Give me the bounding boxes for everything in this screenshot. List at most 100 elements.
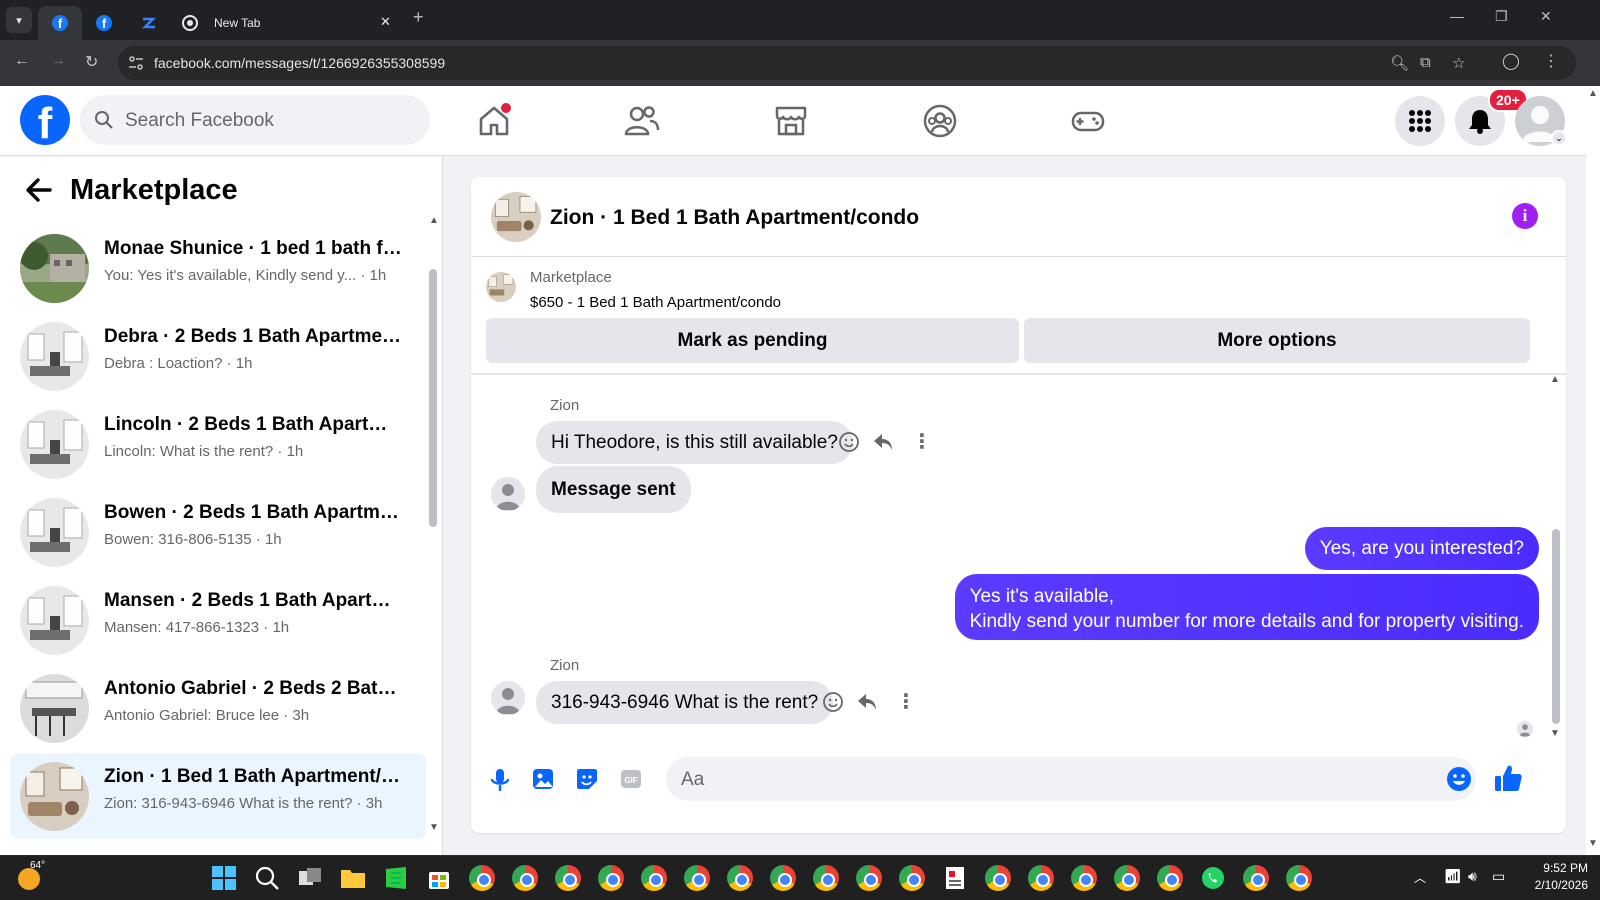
chrome-taskbar-icon[interactable] xyxy=(469,865,495,891)
tab-new-tab[interactable]: New Tab ✕ xyxy=(174,6,400,40)
chrome-taskbar-icon[interactable] xyxy=(1157,865,1183,891)
more-actions-icon[interactable]: ⋮ xyxy=(912,429,932,454)
listing-thumbnail[interactable] xyxy=(486,272,516,302)
facebook-logo-icon[interactable]: f xyxy=(20,95,70,145)
reply-icon[interactable] xyxy=(856,691,878,713)
tab-list-button[interactable]: ▾ xyxy=(6,7,32,33)
photo-icon[interactable] xyxy=(531,767,555,791)
windows-start-icon[interactable] xyxy=(211,865,237,891)
outgoing-message[interactable]: Yes it's available, Kindly send your num… xyxy=(954,574,1539,640)
scroll-down-icon[interactable]: ▼ xyxy=(1588,838,1598,849)
conversation-item-selected[interactable]: Zion · 1 Bed 1 Bath Apartment/co... Zion… xyxy=(10,753,426,839)
more-actions-icon[interactable]: ⋮ xyxy=(896,689,916,714)
weather-icon[interactable] xyxy=(18,868,40,890)
back-icon[interactable]: ← xyxy=(14,52,30,70)
more-options-button[interactable]: More options xyxy=(1024,318,1530,363)
wifi-icon[interactable]: 📶︎ xyxy=(1444,868,1462,885)
app-green-icon[interactable] xyxy=(383,865,409,891)
chrome-taskbar-icon[interactable] xyxy=(813,865,839,891)
mark-as-pending-button[interactable]: Mark as pending xyxy=(486,318,1019,363)
chrome-taskbar-icon[interactable] xyxy=(512,865,538,891)
file-explorer-icon[interactable] xyxy=(340,865,366,891)
chat-avatar[interactable] xyxy=(491,192,541,242)
clock-date[interactable]: 2/10/2026 xyxy=(1518,878,1588,892)
scroll-up-icon[interactable]: ▲ xyxy=(1588,88,1598,99)
emoji-icon[interactable] xyxy=(1446,766,1472,792)
chrome-taskbar-icon[interactable] xyxy=(1243,865,1269,891)
conversation-item[interactable]: Lincoln · 2 Beds 1 Bath Apartmen... Linc… xyxy=(10,401,426,487)
conversation-item[interactable]: Monae Shunice · 1 bed 1 bath for... You:… xyxy=(10,225,426,311)
chrome-taskbar-icon[interactable] xyxy=(1114,865,1140,891)
chat-scroll-up-icon[interactable]: ▲ xyxy=(1550,374,1560,385)
tab-facebook-active[interactable]: f xyxy=(38,6,82,40)
chrome-taskbar-icon[interactable] xyxy=(727,865,753,891)
incoming-message-sent-notice[interactable]: Message sent xyxy=(536,466,691,513)
sender-avatar[interactable] xyxy=(491,681,525,715)
like-thumb-icon[interactable] xyxy=(1493,763,1523,793)
conversation-item[interactable]: Mansen · 2 Beds 1 Bath Apartme... Mansen… xyxy=(10,577,426,663)
chat-scrollbar-thumb[interactable] xyxy=(1552,529,1560,724)
bookmark-star-icon[interactable]: ☆ xyxy=(1452,54,1465,72)
incoming-message[interactable]: Hi Theodore, is this still available? xyxy=(536,421,853,464)
chrome-taskbar-icon[interactable] xyxy=(1286,865,1312,891)
chrome-taskbar-icon[interactable] xyxy=(1028,865,1054,891)
chrome-taskbar-icon[interactable] xyxy=(684,865,710,891)
gif-icon[interactable]: GIF xyxy=(619,767,643,791)
react-icon[interactable] xyxy=(822,691,844,713)
sidebar-scroll-up-icon[interactable]: ▲ xyxy=(429,215,439,226)
close-window-icon[interactable]: ✕ xyxy=(1540,8,1552,25)
forward-icon[interactable]: → xyxy=(50,52,66,70)
tab-site[interactable] xyxy=(130,6,168,40)
clock-time[interactable]: 9:52 PM xyxy=(1518,861,1588,875)
search-input[interactable]: Search Facebook xyxy=(80,95,430,145)
omnibox[interactable]: facebook.com/messages/t/1266926355308599… xyxy=(118,46,1576,80)
page-scrollbar[interactable]: ▲ ▼ xyxy=(1586,86,1600,855)
sender-avatar[interactable] xyxy=(491,477,525,511)
task-view-icon[interactable] xyxy=(297,865,323,891)
reply-icon[interactable] xyxy=(872,431,894,453)
chrome-taskbar-icon[interactable] xyxy=(856,865,882,891)
microphone-icon[interactable] xyxy=(488,767,512,793)
chrome-menu-icon[interactable]: ⋮ xyxy=(1543,51,1559,71)
profile-icon[interactable]: ◯ xyxy=(1502,51,1520,71)
restore-icon[interactable]: ❐ xyxy=(1495,8,1508,25)
chrome-taskbar-icon[interactable] xyxy=(770,865,796,891)
chrome-taskbar-icon[interactable] xyxy=(598,865,624,891)
chrome-taskbar-icon[interactable] xyxy=(641,865,667,891)
sidebar-scroll-down-icon[interactable]: ▼ xyxy=(429,822,439,833)
marketplace-icon[interactable] xyxy=(773,103,809,139)
site-info-icon[interactable] xyxy=(128,56,144,70)
zoom-icon[interactable]: 🔍︎ xyxy=(1390,54,1409,72)
volume-icon[interactable]: 🔊︎ xyxy=(1468,868,1477,885)
conversation-item[interactable]: Antonio Gabriel · 2 Beds 2 Baths ... Ant… xyxy=(10,665,426,751)
chat-title[interactable]: Zion · 1 Bed 1 Bath Apartment/condo xyxy=(550,206,919,230)
account-chevron-icon[interactable]: ⌄ xyxy=(1551,130,1567,146)
message-input[interactable]: Aa xyxy=(666,757,1476,801)
conversation-item[interactable]: Bowen · 2 Beds 1 Bath Apartmen... Bowen:… xyxy=(10,489,426,575)
tab-close-icon[interactable]: ✕ xyxy=(380,14,391,30)
minimize-icon[interactable]: — xyxy=(1450,8,1464,24)
chat-scroll-down-icon[interactable]: ▼ xyxy=(1550,728,1560,739)
battery-icon[interactable]: ▭ xyxy=(1492,868,1505,885)
reload-icon[interactable]: ↻ xyxy=(85,52,98,72)
taskbar-search-icon[interactable] xyxy=(254,865,280,891)
menu-grid-button[interactable] xyxy=(1395,96,1445,146)
tab-facebook[interactable]: f xyxy=(86,6,122,40)
back-arrow-icon[interactable] xyxy=(24,175,54,205)
listing-title[interactable]: $650 - 1 Bed 1 Bath Apartment/condo xyxy=(530,294,781,311)
new-tab-icon[interactable]: + xyxy=(413,7,424,28)
outgoing-message[interactable]: Yes, are you interested? xyxy=(1304,527,1539,570)
whatsapp-icon[interactable] xyxy=(1200,865,1226,891)
react-icon[interactable] xyxy=(838,431,860,453)
sticker-icon[interactable] xyxy=(575,767,599,791)
chrome-taskbar-icon[interactable] xyxy=(1071,865,1097,891)
gaming-icon[interactable] xyxy=(1070,103,1106,139)
info-icon[interactable]: i xyxy=(1512,203,1538,229)
incoming-message[interactable]: 316-943-6946 What is the rent? xyxy=(536,681,834,724)
tray-overflow-chevron-icon[interactable]: ︿ xyxy=(1414,869,1426,886)
friends-icon[interactable] xyxy=(624,103,660,139)
chrome-taskbar-icon[interactable] xyxy=(899,865,925,891)
chrome-taskbar-icon[interactable] xyxy=(985,865,1011,891)
app-document-icon[interactable] xyxy=(942,865,968,891)
home-icon[interactable] xyxy=(476,103,512,139)
